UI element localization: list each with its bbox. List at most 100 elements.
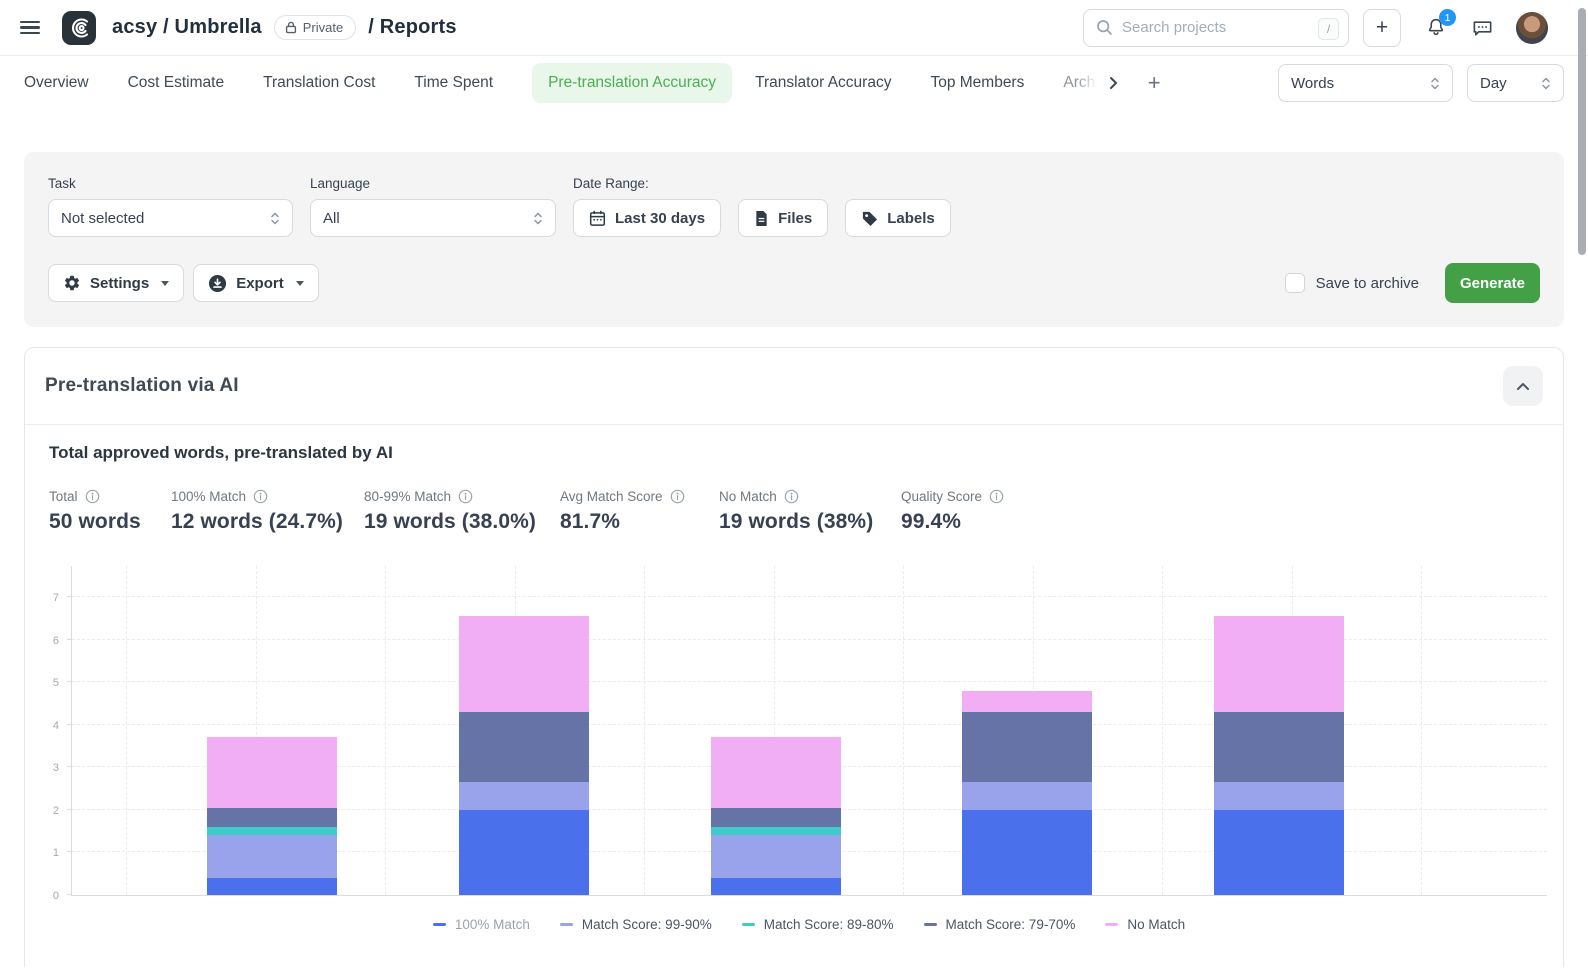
y-tick-label: 0 <box>53 890 59 902</box>
task-select[interactable]: Not selected <box>48 199 293 237</box>
tab-overview[interactable]: Overview <box>24 74 89 92</box>
stat-100-match: 100% Match 12 words (24.7%) <box>171 489 364 534</box>
info-icon[interactable] <box>458 489 473 504</box>
info-icon[interactable] <box>989 489 1004 504</box>
chart-title: Total approved words, pre-translated by … <box>49 443 1547 463</box>
updown-arrows-icon <box>270 211 280 226</box>
chevron-up-icon <box>1516 382 1530 391</box>
chart-bar-segment <box>207 827 337 836</box>
chart-bar-segment <box>711 737 841 807</box>
vertical-scrollbar[interactable] <box>1578 8 1586 255</box>
gridline <box>1421 566 1422 895</box>
chart-bar <box>207 565 337 895</box>
user-avatar[interactable] <box>1516 12 1548 44</box>
tab-translation-cost[interactable]: Translation Cost <box>263 74 375 92</box>
labels-filter-button[interactable]: Labels <box>845 199 951 237</box>
legend-item-label: Match Score: 89-80% <box>764 917 894 932</box>
search-box[interactable]: / <box>1083 9 1349 47</box>
tab-pre-translation-accuracy[interactable]: Pre-translation Accuracy <box>532 63 732 103</box>
legend-marker-icon <box>433 923 446 926</box>
create-project-button[interactable]: + <box>1363 9 1401 47</box>
breadcrumb: acsy / Umbrella Private / Reports <box>112 15 457 40</box>
hamburger-menu-icon[interactable] <box>20 21 40 35</box>
chart-bar-segment <box>459 712 589 782</box>
stat-value: 19 words (38%) <box>719 510 901 534</box>
settings-button[interactable]: Settings <box>48 264 184 302</box>
info-icon[interactable] <box>253 489 268 504</box>
period-select-value: Day <box>1480 75 1507 92</box>
axis-tick <box>67 639 72 640</box>
pre-translation-report-card: Pre-translation via AI Total approved wo… <box>24 347 1564 967</box>
tabs-overflow-button[interactable] <box>1109 76 1118 90</box>
y-tick-label: 7 <box>53 592 59 604</box>
tab-cost-estimate[interactable]: Cost Estimate <box>128 74 224 92</box>
caret-down-icon <box>296 281 304 286</box>
search-input[interactable] <box>1122 19 1314 36</box>
tab-translator-accuracy[interactable]: Translator Accuracy <box>755 74 891 92</box>
settings-button-label: Settings <box>90 275 149 292</box>
legend-item[interactable]: Match Score: 99-90% <box>560 917 712 932</box>
axis-tick <box>67 809 72 810</box>
unit-select[interactable]: Words <box>1278 64 1453 102</box>
report-unit-controls: Words Day <box>1278 64 1564 102</box>
chart-bar-segment <box>1214 616 1344 712</box>
bar-chart-plot <box>71 566 1547 896</box>
stat-value: 19 words (38.0%) <box>364 510 560 534</box>
chart-bar-segment <box>962 810 1092 895</box>
search-shortcut-hint: / <box>1318 18 1339 40</box>
y-tick-label: 1 <box>53 847 59 859</box>
chart-bar-segment <box>962 712 1092 782</box>
chart-bar-segment <box>459 782 589 810</box>
files-filter-button[interactable]: Files <box>738 199 828 237</box>
period-select[interactable]: Day <box>1467 64 1564 102</box>
notifications-button[interactable]: 1 <box>1425 16 1447 39</box>
tab-top-members[interactable]: Top Members <box>930 74 1024 92</box>
tab-archive-truncated[interactable]: Archi <box>1063 74 1098 92</box>
legend-item[interactable]: 100% Match <box>433 917 530 932</box>
file-icon <box>754 210 769 227</box>
export-button[interactable]: Export <box>193 264 319 302</box>
date-range-label: Date Range: <box>573 176 721 191</box>
tab-time-spent[interactable]: Time Spent <box>414 74 493 92</box>
stat-value: 81.7% <box>560 510 719 534</box>
collapse-section-button[interactable] <box>1503 366 1543 406</box>
stat-label: 80-99% Match <box>364 489 451 504</box>
privacy-badge-label: Private <box>303 20 343 35</box>
language-select-value: All <box>323 210 340 227</box>
stat-avg-match-score: Avg Match Score 81.7% <box>560 489 719 534</box>
date-range-button[interactable]: Last 30 days <box>573 199 721 237</box>
generate-button[interactable]: Generate <box>1445 263 1540 303</box>
chart-bar-segment <box>207 737 337 807</box>
legend-item-label: No Match <box>1127 917 1185 932</box>
add-report-tab-button[interactable]: + <box>1148 70 1161 96</box>
axis-tick <box>67 766 72 767</box>
y-tick-label: 3 <box>53 762 59 774</box>
stat-value: 50 words <box>49 510 171 534</box>
legend-item[interactable]: Match Score: 79-70% <box>924 917 1076 932</box>
language-label: Language <box>310 176 556 191</box>
legend-item[interactable]: Match Score: 89-80% <box>742 917 894 932</box>
app-logo-icon[interactable] <box>62 11 96 45</box>
gridline <box>1162 566 1163 895</box>
lock-icon <box>285 21 297 34</box>
search-icon <box>1096 19 1113 36</box>
messages-button[interactable] <box>1471 16 1494 39</box>
breadcrumb-project[interactable]: acsy / Umbrella <box>112 16 262 39</box>
chart-bar <box>1214 565 1344 895</box>
legend-marker-icon <box>742 923 755 926</box>
task-label: Task <box>48 176 293 191</box>
chart-bar-segment <box>1214 810 1344 895</box>
info-icon[interactable] <box>85 489 100 504</box>
legend-item-label: Match Score: 99-90% <box>582 917 712 932</box>
info-icon[interactable] <box>670 489 685 504</box>
info-icon[interactable] <box>784 489 799 504</box>
stat-80-99-match: 80-99% Match 19 words (38.0%) <box>364 489 560 534</box>
legend-item[interactable]: No Match <box>1105 917 1185 932</box>
language-select[interactable]: All <box>310 199 556 237</box>
chart-bar <box>962 565 1092 895</box>
report-filters-panel: Task Not selected Language All Date Rang… <box>24 152 1564 327</box>
chart-bar-segment <box>962 782 1092 810</box>
save-to-archive-checkbox[interactable] <box>1285 273 1305 293</box>
axis-tick <box>67 724 72 725</box>
y-tick-label: 5 <box>53 677 59 689</box>
